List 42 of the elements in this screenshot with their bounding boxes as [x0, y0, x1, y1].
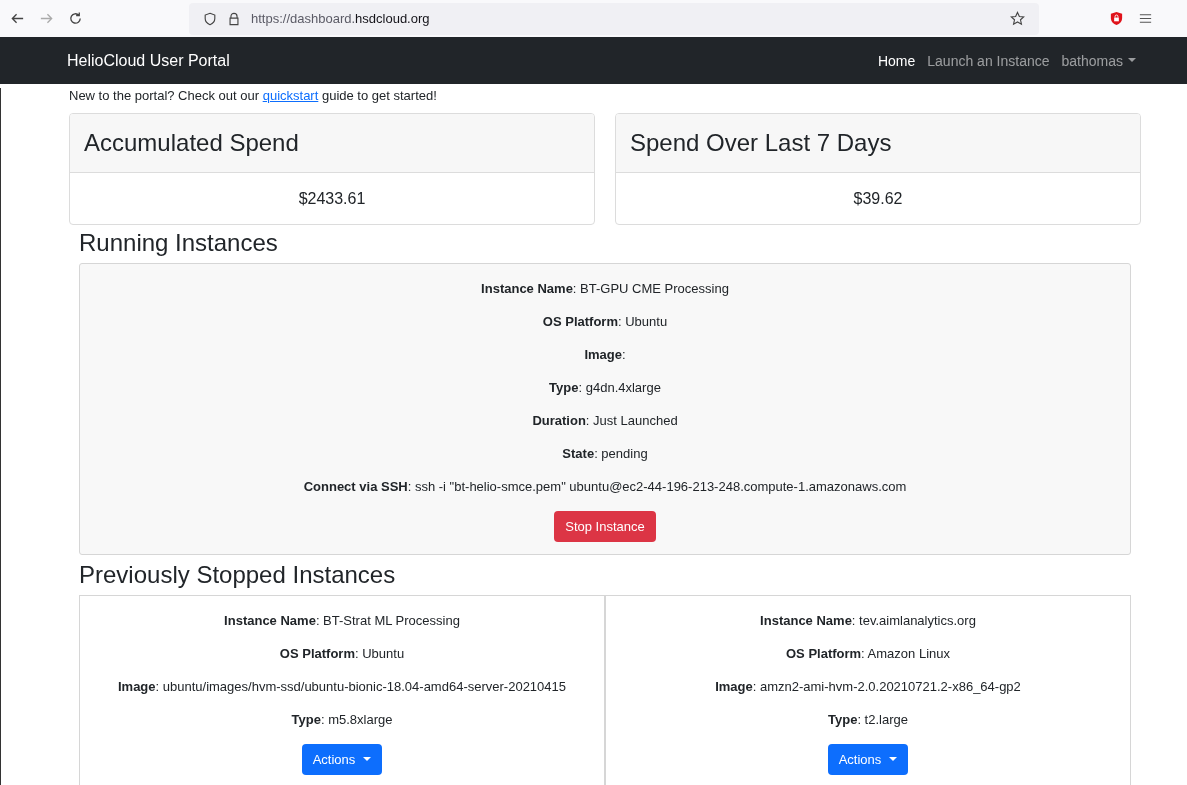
brand-title[interactable]: HelioCloud User Portal [67, 51, 230, 70]
intro-text: New to the portal? Check out our quickstart guide to get started! [69, 88, 438, 103]
url-text: https://dashboard.hsdcloud.org [251, 11, 431, 26]
instance-detail: Type: m5.8xlarge [291, 711, 393, 728]
card-title: Accumulated Spend [84, 129, 299, 157]
user-menu[interactable]: bathomas [1055, 52, 1142, 69]
spend-amount: $2433.61 [298, 189, 366, 208]
shield-icon [203, 11, 217, 26]
actions-button[interactable]: Actions [301, 744, 383, 775]
instance-detail: Duration: Just Launched [532, 412, 678, 429]
nav-link[interactable]: Home [871, 52, 922, 69]
instance-detail: Connect via SSH: ssh -i "bt-helio-smce.pem" ubuntu@ec2-44-196-213-248.compute-1.amazonaws.com [303, 478, 907, 495]
caret-icon [1128, 58, 1136, 63]
instance-detail: Image: [584, 346, 626, 363]
stop-button[interactable]: Stop Instance [554, 511, 656, 542]
quickstart-link[interactable]: quickstart [262, 88, 319, 103]
lock-icon [227, 11, 241, 26]
reload-icon[interactable] [68, 11, 83, 26]
instance-detail: Image: ubuntu/images/hvm-ssd/ubuntu-bionic-18.04-amd64-server-20210415 [117, 678, 566, 695]
section-heading: Previously Stopped Instances [79, 561, 397, 589]
instance-detail: Type: t2.large [828, 711, 908, 728]
actions-button[interactable]: Actions [827, 744, 909, 775]
instance-detail: OS Platform: Ubuntu [279, 645, 405, 662]
section-heading: Running Instances [79, 229, 279, 257]
shield-icon[interactable] [1109, 11, 1124, 26]
instance-detail: OS Platform: Ubuntu [542, 313, 668, 330]
instance-detail: Instance Name: BT-Strat ML Processing [224, 612, 460, 629]
instance-detail: Instance Name: BT-GPU CME Processing [481, 280, 729, 297]
instance-detail: Image: amzn2-ami-hvm-2.0.20210721.2-x86_64-gp2 [715, 678, 1021, 695]
caret-icon [363, 757, 372, 762]
card-title: Spend Over Last 7 Days [630, 129, 892, 157]
instance-detail: OS Platform: Amazon Linux [786, 645, 950, 662]
nav-link[interactable]: Launch an Instance [921, 52, 1056, 69]
caret-icon [889, 757, 898, 762]
address-bar[interactable]: https://dashboard.hsdcloud.org [189, 2, 1039, 35]
back-arrow-icon[interactable] [10, 11, 25, 26]
menu-icon[interactable] [1138, 11, 1153, 26]
star-icon[interactable] [1010, 11, 1025, 26]
spend-amount: $39.62 [853, 189, 903, 208]
instance-detail: State: pending [562, 445, 648, 462]
instance-detail: Type: g4dn.4xlarge [549, 379, 661, 396]
instance-detail: Instance Name: tev.aimlanalytics.org [760, 612, 976, 629]
